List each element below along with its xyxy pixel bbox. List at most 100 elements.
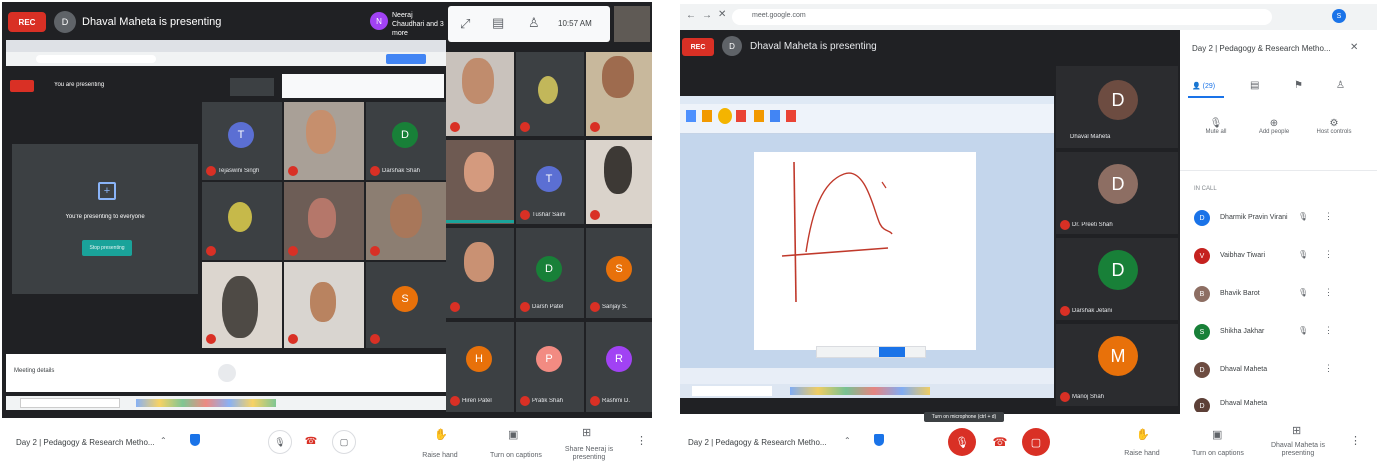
right-raise-hand-label: Raise hand (1124, 450, 1160, 457)
inner-tile-4 (202, 182, 282, 260)
mic-status-icon: 🎙 (1298, 212, 1309, 221)
right-presenter-banner: Dhaval Maheta is presenting (750, 41, 877, 52)
tile-c (586, 52, 652, 136)
participant-row[interactable]: D Dhaval Maheta (1194, 392, 1364, 412)
in-call-label: IN CALL (1194, 186, 1217, 192)
participant-row[interactable]: B Bhavik Barot 🎙 ⋮ (1194, 280, 1364, 316)
participant-row[interactable]: S Shikha Jakhar 🎙 ⋮ (1194, 318, 1364, 354)
right-present-icon[interactable]: ⊞ (1292, 424, 1301, 437)
captions-label: Turn on captions (490, 452, 542, 459)
shared-taskbar (680, 384, 1054, 398)
also-joined-text: Neeraj Chaudhari and 3 more (392, 12, 444, 37)
tile-b (516, 52, 584, 136)
present-card: + You're presenting to everyone Stop pre… (12, 144, 198, 294)
chat-icon[interactable]: ▤ (492, 15, 504, 31)
right-captions-label: Turn on captions (1192, 450, 1244, 457)
end-call-button[interactable]: ☎ (300, 430, 322, 452)
right-camera-button[interactable]: ▢ (1022, 428, 1050, 456)
clock-text: 10:57 AM (558, 19, 592, 28)
tile-d (446, 140, 514, 224)
stop-presenting-button[interactable]: Stop presenting (82, 240, 132, 256)
shield-icon (190, 434, 200, 446)
presenter-banner: Dhaval Maheta is presenting (82, 16, 222, 28)
top-right-thumb (614, 6, 650, 42)
row-more-icon[interactable]: ⋮ (1324, 287, 1333, 298)
inner-tile-9: S (366, 262, 446, 348)
row-more-icon[interactable]: ⋮ (1324, 249, 1333, 260)
participant-row[interactable]: D Dharmik Pravin Virani 🎙 ⋮ (1194, 204, 1364, 240)
right-captions-icon[interactable]: ▣ (1212, 428, 1222, 441)
paint-statusbar (680, 368, 1054, 384)
right-raise-hand-icon[interactable]: ✋ (1136, 428, 1150, 441)
shared-screen (680, 96, 1054, 384)
tab-underline (1188, 96, 1224, 98)
right-present-label: Dhaval Maheta is presenting (1270, 442, 1326, 457)
host-controls-action[interactable]: ⚙ Host controls (1308, 118, 1360, 135)
row-more-icon[interactable]: ⋮ (1324, 363, 1333, 374)
right-meeting-title[interactable]: Day 2 | Pedagogy & Research Metho... (688, 438, 827, 447)
camera-button[interactable]: ▢ (332, 430, 356, 454)
participant-row[interactable]: D Dhaval Maheta ⋮ (1194, 356, 1364, 392)
info-tab-icon[interactable]: ♙ (1336, 80, 1345, 91)
mute-all-action[interactable]: 🎙 Mute all (1196, 118, 1236, 135)
raise-hand-label: Raise hand (422, 452, 458, 459)
profile-avatar[interactable]: S (1332, 9, 1346, 23)
right-more-options-icon[interactable]: ⋮ (1350, 434, 1361, 447)
tile-i: S Sanjay S. (586, 228, 652, 318)
present-icon-bottom[interactable]: ⊞ (582, 426, 591, 439)
inner-control-bar: Meeting details (6, 354, 446, 392)
tile-k: P Pratik Shah (516, 322, 584, 412)
mic-status-icon: 🎙 (1298, 250, 1309, 259)
tab-people[interactable]: 👤 (29) (1192, 82, 1215, 90)
row-more-icon[interactable]: ⋮ (1324, 211, 1333, 222)
inner-rec (10, 80, 34, 92)
add-people-action[interactable]: ⊕ Add people (1252, 118, 1296, 135)
inner-toolbar (282, 74, 444, 98)
close-tab-icon[interactable]: ✕ (718, 9, 726, 20)
more-options-icon[interactable]: ⋮ (636, 434, 647, 447)
forward-icon[interactable]: → (702, 10, 712, 21)
mic-button[interactable]: 🎙 (268, 430, 292, 454)
right-rec-badge: REC (682, 38, 714, 56)
tile-a (446, 52, 514, 136)
paint-ribbon (680, 104, 1054, 134)
tile-j: H Hiren Patel (446, 322, 514, 412)
row-more-icon[interactable]: ⋮ (1324, 325, 1333, 336)
inner-tile-7 (202, 262, 282, 348)
sketch-curve (781, 161, 893, 303)
right-tile-3: D Darshak Jetani (1056, 238, 1178, 320)
panel-title: Day 2 | Pedagogy & Research Metho... (1192, 44, 1331, 53)
present-label: Share Neeraj is presenting (564, 446, 614, 461)
participant-row[interactable]: V Vaibhav Tiwari 🎙 ⋮ (1194, 242, 1364, 278)
right-chevron-icon[interactable]: ⌃ (844, 436, 851, 445)
panel-divider (1180, 170, 1377, 171)
inner-tile-2 (284, 102, 364, 180)
activities-tab-icon[interactable]: ⚑ (1294, 80, 1303, 91)
right-presenter-avatar: D (722, 36, 742, 56)
chevron-up-icon[interactable]: ⌃ (160, 436, 167, 445)
back-icon[interactable]: ← (686, 10, 696, 21)
raise-hand-icon[interactable]: ✋ (434, 428, 448, 441)
presenter-avatar: D (54, 11, 76, 33)
paint-canvas (754, 152, 976, 350)
chat-tab-icon[interactable]: ▤ (1250, 80, 1259, 91)
divider (656, 0, 680, 470)
mic-status-icon: 🎙 (1298, 326, 1309, 335)
right-mic-button[interactable]: 🎙 (948, 428, 976, 456)
paint-titlebar (680, 96, 1054, 104)
meeting-title[interactable]: Day 2 | Pedagogy & Research Metho... (16, 438, 155, 447)
tile-l: R Rashmi D. (586, 322, 652, 412)
tile-h: D Darsh Patel (516, 228, 584, 318)
inner-meeting-title: Meeting details (14, 368, 55, 374)
right-end-call-button[interactable]: ☎ (986, 428, 1014, 456)
close-panel-icon[interactable]: ✕ (1350, 42, 1358, 53)
tile-f (586, 140, 652, 224)
people-icon[interactable]: ♙ (528, 15, 540, 31)
inner-browser: You are presenting + You're presenting t… (6, 40, 446, 418)
captions-icon[interactable]: ▣ (508, 428, 518, 441)
sharing-pill (816, 346, 926, 358)
inner-presenting-label: You are presenting (54, 82, 105, 88)
present-icon: + (98, 182, 116, 200)
expand-icon[interactable]: ⤢ (460, 16, 470, 32)
url-field[interactable]: meet.google.com (732, 9, 1272, 25)
